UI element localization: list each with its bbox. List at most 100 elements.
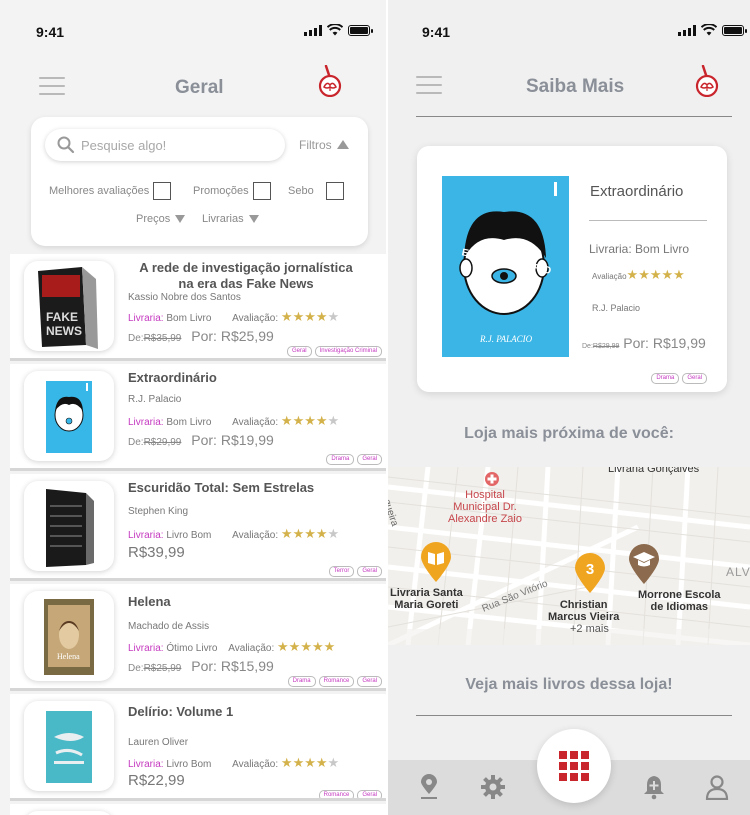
book-detail-card: EXTRAORDINÁRIO R.J. PALACIO Extraordinár… (417, 146, 727, 392)
book-thumbnail (24, 481, 114, 571)
star-filled-icon: ★ (315, 755, 328, 770)
old-price: De:R$29,99 (128, 437, 181, 448)
tag-list: Drama Geral (326, 454, 382, 465)
tag-chip[interactable]: Drama (326, 454, 355, 465)
checkbox-best-ratings[interactable]: Melhores avaliações (49, 182, 172, 200)
location-icon[interactable] (416, 774, 442, 800)
status-time: 9:41 (36, 24, 65, 40)
rating-stars: ★★★★★ (281, 413, 339, 428)
battery-icon (722, 24, 747, 36)
brand-logo-icon[interactable] (318, 65, 342, 97)
wifi-icon (327, 24, 343, 36)
star-filled-icon: ★ (661, 267, 674, 282)
current-price: R$22,99 (128, 772, 185, 789)
tag-chip[interactable]: Geral (357, 454, 382, 465)
star-filled-icon: ★ (288, 639, 301, 654)
dropdown-prices[interactable]: Preços (136, 213, 186, 225)
more-books-title: Veja mais livros dessa loja! (465, 676, 673, 693)
tag-chip[interactable]: Drama (287, 676, 316, 687)
store-map[interactable]: Livraria Gonçalves queira Hospital Munic… (388, 467, 750, 645)
battery-icon (348, 24, 373, 36)
tag-chip[interactable]: Drama (651, 373, 680, 384)
current-price: Por: R$15,99 (191, 658, 274, 674)
row-divider (10, 468, 386, 471)
store-name: Ótimo Livro (166, 643, 218, 654)
list-item[interactable]: FAKE NEWS A rede de investigação jornalí… (10, 254, 386, 361)
star-filled-icon: ★ (304, 755, 316, 770)
tag-chip[interactable]: Investigação Criminal (314, 346, 382, 357)
grid-menu-button[interactable] (537, 729, 611, 803)
checkbox-box[interactable] (153, 182, 172, 200)
rating-stars: ★★★★★ (281, 309, 339, 324)
rating-stars: ★★★★★ (281, 755, 339, 770)
tag-chip[interactable]: Romance (318, 676, 355, 687)
row-divider (10, 578, 386, 581)
star-filled-icon: ★ (280, 526, 293, 541)
checkbox-label: Sebo (288, 185, 314, 197)
row-divider (10, 688, 386, 691)
map-label-edge: ALV (726, 565, 750, 579)
list-item[interactable]: Extraordinário R.J. Palacio Livraria: Bo… (10, 364, 386, 471)
book-title: Helena (128, 594, 171, 609)
star-filled-icon: ★ (300, 639, 312, 654)
list-item[interactable]: Escuridão Total: Sem Estrelas Stephen Ki… (10, 474, 386, 581)
map-label-store: Morrone Escola de Idiomas (638, 589, 721, 613)
section-rule (416, 715, 732, 716)
old-price: De:R$25,99 (128, 663, 181, 674)
page-title: Geral (175, 77, 224, 98)
cluster-pin-icon[interactable]: 3 (573, 552, 607, 594)
old-price-label: De: (128, 663, 144, 674)
book-thumbnail (24, 811, 114, 815)
profile-icon[interactable] (704, 774, 730, 800)
book-cover-fake-news: FAKE NEWS (38, 267, 98, 349)
checkbox-sebo[interactable]: Sebo (288, 182, 344, 200)
list-item[interactable] (10, 804, 386, 815)
school-pin-icon[interactable] (627, 543, 661, 585)
add-notification-icon[interactable] (641, 774, 667, 800)
filters-toggle[interactable]: Filtros (299, 138, 349, 152)
old-price-value: R$29,99 (592, 343, 620, 350)
book-thumbnail (24, 371, 114, 461)
tag-chip[interactable]: Geral (286, 346, 312, 357)
old-price: De:R$29,99 (582, 343, 619, 350)
bookstore-pin-icon[interactable] (419, 541, 453, 583)
old-price-label: De: (128, 333, 144, 344)
wifi-icon (701, 24, 717, 36)
dropdown-label: Preços (136, 213, 171, 225)
tag-chip[interactable]: Geral (357, 676, 382, 687)
book-thumbnail (24, 701, 114, 791)
right-screen: 9:41 Saiba Mais EXTRAORDINÁRIO R.J. PALA… (388, 0, 750, 815)
rating-label: Avaliação: (228, 643, 275, 654)
dropdown-stores[interactable]: Livrarias (202, 213, 259, 225)
tag-chip[interactable]: Geral (357, 566, 382, 577)
tag-chip[interactable]: Terror (328, 566, 355, 577)
store-label: Livraria: (128, 417, 164, 428)
search-bar[interactable] (45, 129, 285, 161)
book-store-row: Livraria: Bom Livro Avaliação: ★★★★★ (128, 413, 339, 429)
list-item[interactable]: Helena Helena Machado de Assis Livraria:… (10, 584, 386, 691)
menu-icon[interactable] (39, 77, 65, 95)
star-filled-icon: ★ (649, 267, 662, 282)
settings-icon[interactable] (480, 774, 506, 800)
brand-logo-icon[interactable] (695, 65, 719, 97)
search-input[interactable] (81, 135, 276, 155)
chevron-up-icon (336, 140, 349, 149)
checkbox-box[interactable] (252, 182, 271, 200)
checkbox-promotions[interactable]: Promoções (193, 182, 271, 200)
row-divider (10, 358, 386, 361)
tag-chip[interactable]: Geral (682, 373, 707, 384)
tag-list: Drama Geral (651, 373, 707, 384)
store-name: Livro Bom (166, 759, 212, 770)
detail-rule (589, 220, 707, 221)
star-filled-icon: ★ (673, 267, 685, 282)
checkbox-label: Promoções (193, 185, 249, 197)
tag-list: Terror Geral (328, 566, 382, 577)
map-label-goncalves: Livraria Gonçalves (608, 467, 700, 475)
list-item[interactable]: Delírio: Volume 1 Lauren Oliver Livraria… (10, 694, 386, 801)
star-filled-icon: ★ (292, 755, 305, 770)
price-row: De:R$29,99 Por: R$19,99 (128, 432, 274, 448)
book-title: Extraordinário (128, 370, 217, 385)
checkbox-box[interactable] (325, 182, 344, 200)
menu-icon[interactable] (416, 76, 442, 94)
old-price-value: R$25,99 (143, 663, 182, 674)
